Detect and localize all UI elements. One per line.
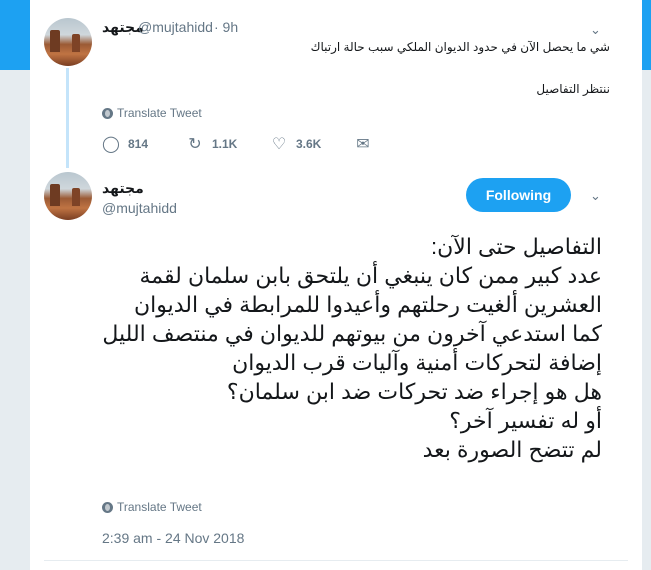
background-right — [641, 70, 651, 570]
tweet-text-line: العشرين ألغيت رحلتهم وأعيدوا للمرابطة في… — [133, 292, 602, 317]
author-handle[interactable]: @mujtahidd — [138, 19, 213, 35]
globe-icon — [102, 501, 113, 513]
translate-tweet-link[interactable]: Translate Tweet — [102, 106, 202, 120]
tweet-text-line: التفاصيل حتى الآن: — [431, 234, 602, 259]
globe-icon — [102, 107, 113, 119]
tweet-text-line: كما استدعي آخرون من بيوتهم للديوان في من… — [102, 321, 602, 346]
avatar[interactable] — [44, 18, 92, 66]
reply-count: 814 — [128, 137, 149, 151]
like-button[interactable]: ♡ 3.6K — [270, 134, 354, 154]
tweet-timestamp[interactable]: 2:39 am - 24 Nov 2018 — [102, 530, 244, 546]
author-handle[interactable]: @mujtahidd — [102, 200, 177, 216]
reply-button[interactable]: ◯ 814 — [102, 134, 186, 154]
divider — [44, 560, 628, 561]
reply-icon: ◯ — [102, 136, 120, 153]
chevron-down-icon[interactable]: ⌄ — [590, 22, 601, 38]
tweet-time[interactable]: · 9h — [214, 19, 238, 35]
author-name[interactable]: مجتهد — [102, 180, 144, 197]
tweet-actions: ◯ 814 ↻ 1.1K ♡ 3.6K ✉ — [102, 134, 438, 154]
tweet-text-line: إضافة لتحركات أمنية وآليات قرب الديوان — [232, 350, 602, 375]
translate-tweet-link[interactable]: Translate Tweet — [102, 500, 202, 514]
tweet-text-line: شي ما يحصل الآن في حدود الديوان الملكي س… — [310, 40, 610, 54]
background-left — [0, 70, 30, 570]
tweet-text-line: ننتظر التفاصيل — [536, 82, 610, 96]
translate-label: Translate Tweet — [117, 500, 202, 514]
retweet-icon: ↻ — [188, 136, 202, 153]
tweet-text-line: عدد كبير ممن كان ينبغي أن يلتحق بابن سلم… — [139, 263, 602, 288]
heart-icon: ♡ — [271, 136, 287, 153]
tweet-text-line: أو له تفسير آخر؟ — [449, 408, 602, 433]
like-count: 3.6K — [296, 137, 322, 151]
mail-icon: ✉ — [356, 136, 370, 153]
direct-message-button[interactable]: ✉ — [354, 134, 438, 154]
following-button[interactable]: Following — [466, 178, 571, 212]
avatar[interactable] — [44, 172, 92, 220]
retweet-button[interactable]: ↻ 1.1K — [186, 134, 270, 154]
retweet-count: 1.1K — [212, 137, 238, 151]
tweet-text-line: لم تتضح الصورة بعد — [422, 437, 602, 462]
tweet-text-line: هل هو إجراء ضد تحركات ضد ابن سلمان؟ — [226, 379, 602, 404]
chevron-down-icon[interactable]: ⌄ — [590, 188, 601, 204]
thread-line — [66, 68, 69, 168]
tweet-modal: مجتهد @mujtahidd · 9h ⌄ شي ما يحصل الآن … — [30, 0, 642, 570]
translate-label: Translate Tweet — [117, 106, 202, 120]
